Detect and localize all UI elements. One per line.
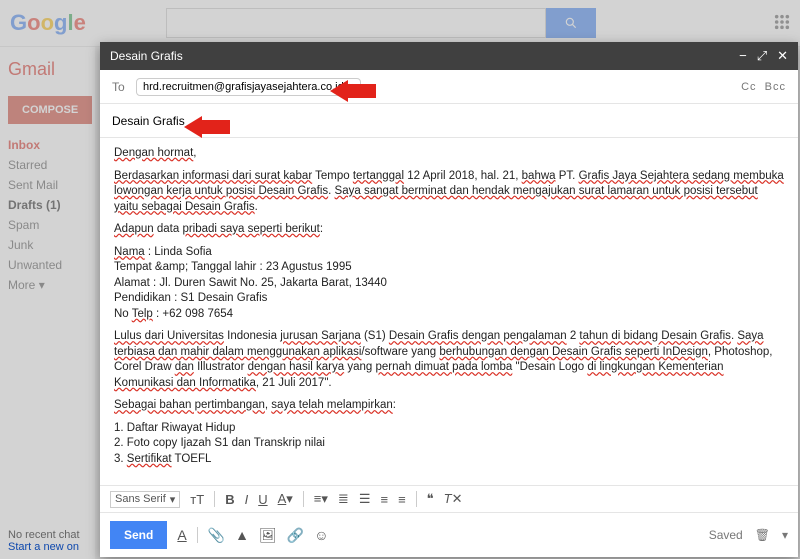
close-icon[interactable]: ✕ [777,48,788,64]
annotation-arrow [184,116,230,138]
italic-icon[interactable]: I [245,492,249,507]
saved-label: Saved [709,528,743,542]
font-size-icon[interactable]: тT [190,492,204,507]
emoji-icon[interactable]: ☺ [314,527,328,543]
text-color-icon[interactable]: A▾ [278,491,293,507]
formatting-icon[interactable]: A [177,527,186,543]
indent-less-icon[interactable]: ≡ [380,492,388,507]
indent-more-icon[interactable]: ≡ [398,492,406,507]
chevron-down-icon: ▾ [170,493,176,506]
link-icon[interactable]: 🔗 [287,527,304,544]
compose-body[interactable]: Dengan hormat, Berdasarkan informasi dar… [100,138,798,485]
compose-header[interactable]: Desain Grafis − ⤢ ✕ [100,42,798,70]
expand-icon[interactable]: ⤢ [757,48,767,64]
cc-link[interactable]: Cc [741,81,756,93]
recipient-chip[interactable]: hrd.recruitmen@grafisjayasejahtera.co.id… [136,78,361,96]
quote-icon[interactable]: ❝ [427,491,434,507]
compose-actions: Send A 📎 ▲ 🖼 🔗 ☺ Saved 🗑 ▾ [100,513,798,557]
font-select[interactable]: Sans Serif ▾ [110,491,180,508]
discard-icon[interactable]: 🗑 [755,528,770,542]
to-label: To [112,80,136,94]
bulleted-list-icon[interactable]: ☰ [359,491,371,507]
remove-format-icon[interactable]: T✕ [444,491,463,507]
attach-icon[interactable]: 📎 [208,527,225,544]
bcc-link[interactable]: Bcc [765,81,786,93]
format-toolbar: Sans Serif ▾ тT B I U A▾ ≡▾ ≣ ☰ ≡ ≡ ❝ T✕ [100,485,798,513]
drive-icon[interactable]: ▲ [235,527,249,543]
send-button[interactable]: Send [110,521,167,549]
minimize-icon[interactable]: − [739,48,747,64]
recipient-email: hrd.recruitmen@grafisjayasejahtera.co.id [143,81,344,93]
more-options-icon[interactable]: ▾ [782,528,788,542]
underline-icon[interactable]: U [258,492,267,507]
numbered-list-icon[interactable]: ≣ [338,491,349,507]
bold-icon[interactable]: B [225,492,234,507]
to-field[interactable]: To hrd.recruitmen@grafisjayasejahtera.co… [100,70,798,104]
annotation-arrow [330,80,376,102]
align-icon[interactable]: ≡▾ [314,491,328,507]
photo-icon[interactable]: 🖼 [259,527,277,544]
compose-title: Desain Grafis [110,49,183,63]
